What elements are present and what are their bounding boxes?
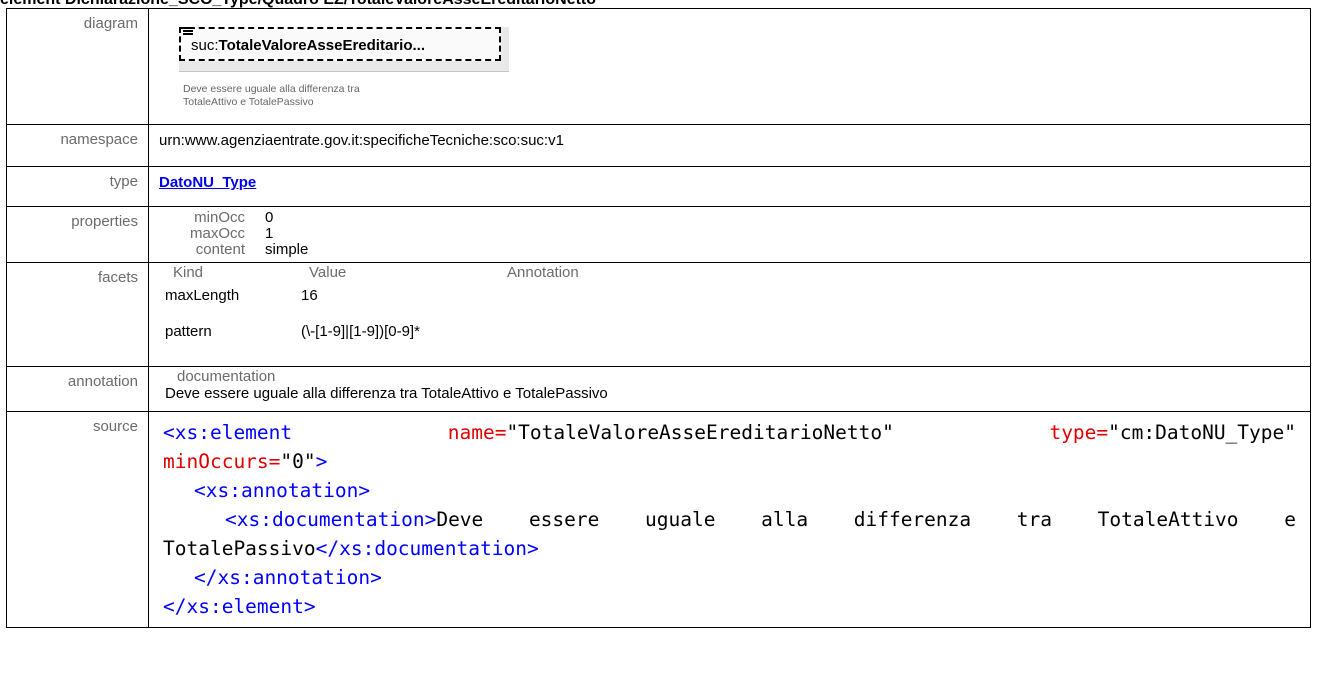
- property-item: maxOcc 1: [173, 226, 1310, 242]
- facet-item: maxLength 16: [165, 287, 1310, 305]
- source-line: </xs:annotation>: [163, 563, 1296, 592]
- facets-label: facets: [6, 262, 149, 367]
- facets-header: Kind Value Annotation: [165, 265, 1310, 281]
- xml-bracket: >: [315, 450, 328, 473]
- annotation-header: documentation: [177, 368, 276, 385]
- facets-header-kind: Kind: [173, 264, 204, 281]
- facet-value: (\-[1-9]|[1-9])[0-9]*: [301, 323, 420, 340]
- xml-tag: <xs:annotation>: [194, 479, 371, 502]
- property-value: 1: [265, 225, 274, 242]
- element-lines-icon: [183, 27, 193, 37]
- annotation-label: annotation: [6, 366, 149, 412]
- property-value: simple: [265, 241, 309, 258]
- facet-kind: maxLength: [165, 287, 240, 304]
- source-row: source <xs:element name="TotaleValoreAss…: [6, 411, 1311, 628]
- xml-tag: </xs:documentation>: [315, 537, 539, 560]
- diagram-element-local-name: TotaleValoreAsseEreditario...: [218, 37, 425, 54]
- source-line: minOccurs="0">: [163, 447, 1296, 476]
- xml-attr-value: "TotaleValoreAsseEreditarioNetto": [506, 421, 894, 444]
- source-line: <xs:documentation>Deve essere uguale all…: [163, 505, 1296, 534]
- properties-label: properties: [6, 206, 149, 263]
- source-line: </xs:element>: [163, 592, 1296, 621]
- element-doc-table: diagram suc:TotaleValoreAsseEreditario..…: [6, 8, 1311, 628]
- xml-text: e: [1284, 508, 1296, 531]
- type-row: type DatoNU_Type: [6, 166, 1311, 207]
- xml-tag: <xs:element: [163, 421, 293, 444]
- annotation-row: annotation documentation Deve essere ugu…: [6, 366, 1311, 412]
- source-label: source: [6, 411, 149, 628]
- diagram-label: diagram: [6, 8, 149, 125]
- xml-text: uguale: [645, 508, 716, 531]
- facets-header-value: Value: [309, 264, 347, 281]
- facet-item: pattern (\-[1-9]|[1-9])[0-9]*: [165, 323, 1310, 341]
- xml-attr-value: "0": [280, 450, 316, 473]
- property-key: minOcc: [194, 209, 245, 226]
- xml-attr-value: "cm:DatoNU_Type": [1108, 421, 1296, 444]
- source-line: <xs:element name="TotaleValoreAsseEredit…: [163, 418, 1296, 447]
- type-label: type: [6, 166, 149, 207]
- annotation-cell: documentation Deve essere uguale alla di…: [148, 366, 1311, 412]
- diagram-element-name: suc:TotaleValoreAsseEreditario...: [191, 37, 425, 54]
- properties-cell: minOcc 0 maxOcc 1 content simple: [148, 206, 1311, 263]
- facets-row: facets Kind Value Annotation maxLength 1…: [6, 262, 1311, 367]
- xml-attr-minoccurs: minOccurs=: [163, 450, 281, 473]
- xml-attr-type: type=: [1049, 421, 1109, 444]
- namespace-value: urn:www.agenziaentrate.gov.it:specifiche…: [148, 124, 1311, 167]
- xml-tag: </xs:element>: [163, 595, 316, 618]
- diagram-doc-line: TotaleAttivo e TotalePassivo: [183, 96, 314, 108]
- type-link[interactable]: DatoNU_Type: [159, 174, 256, 191]
- facet-value: 16: [301, 287, 318, 304]
- namespace-label: namespace: [6, 124, 149, 167]
- properties-row: properties minOcc 0 maxOcc 1 content simple: [6, 206, 1311, 263]
- facets-header-annotation: Annotation: [507, 264, 579, 281]
- namespace-row: namespace urn:www.agenziaentrate.gov.it:…: [6, 124, 1311, 167]
- facets-cell: Kind Value Annotation maxLength 16 patte…: [148, 262, 1311, 367]
- xml-text: TotalePassivo: [163, 537, 316, 560]
- xml-tag: <xs:documentation>: [225, 508, 437, 531]
- property-item: minOcc 0: [173, 210, 1310, 226]
- annotation-text: Deve essere uguale alla differenza tra T…: [165, 385, 608, 402]
- property-value: 0: [265, 209, 274, 226]
- xml-text: essere: [528, 508, 600, 531]
- diagram-doc-line: Deve essere uguale alla differenza tra: [183, 83, 360, 95]
- diagram-element-prefix: suc:: [191, 37, 219, 54]
- property-key: content: [195, 241, 245, 258]
- diagram-cell: suc:TotaleValoreAsseEreditario... Deve e…: [148, 8, 1311, 125]
- facet-kind: pattern: [165, 323, 212, 340]
- property-item: content simple: [173, 242, 1310, 258]
- xml-attr-name: name=: [447, 421, 507, 444]
- source-code: <xs:element name="TotaleValoreAsseEredit…: [148, 411, 1311, 628]
- xml-text: tra: [1016, 508, 1053, 531]
- xml-text: alla: [761, 508, 809, 531]
- xml-text: Deve: [436, 508, 484, 531]
- xml-text: TotaleAttivo: [1097, 508, 1239, 531]
- element-diagram-box[interactable]: suc:TotaleValoreAsseEreditario...: [179, 27, 509, 72]
- diagram-row: diagram suc:TotaleValoreAsseEreditario..…: [6, 8, 1311, 125]
- xml-tag: </xs:annotation>: [194, 566, 382, 589]
- diagram-documentation: Deve essere uguale alla differenza tra T…: [183, 83, 483, 109]
- source-line: <xs:annotation>: [163, 476, 1296, 505]
- xml-text: differenza: [853, 508, 972, 531]
- property-key: maxOcc: [189, 225, 245, 242]
- source-line: TotalePassivo</xs:documentation>: [163, 534, 1296, 563]
